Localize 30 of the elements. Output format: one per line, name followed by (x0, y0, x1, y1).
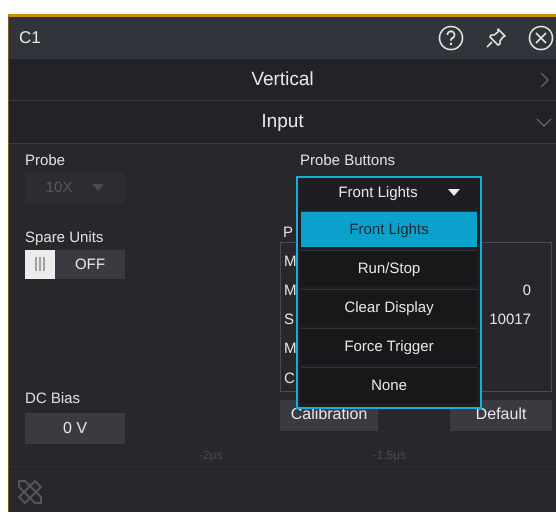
info-label: S (284, 311, 294, 328)
action-button[interactable]: Default (450, 400, 552, 431)
field-label: DC Bias (25, 390, 82, 408)
info-label: M (284, 340, 296, 358)
caret-icon (448, 189, 460, 196)
field-label: Probe Buttons (300, 152, 396, 169)
info-value: 0 (522, 282, 531, 299)
info-label: M (284, 252, 296, 270)
value-field[interactable]: 0 V (25, 413, 125, 444)
menu-option[interactable]: Run/Stop (301, 250, 477, 286)
field-label: Spare Units (25, 228, 104, 246)
window-title: C1 (19, 28, 41, 48)
info-label: C (284, 370, 295, 387)
menu-option[interactable]: Front Lights (301, 210, 477, 247)
toggle-switch[interactable]: OFF (25, 250, 125, 279)
close-icon[interactable] (528, 25, 554, 52)
grip-icon (35, 257, 45, 272)
info-value: 10017 (489, 311, 531, 328)
group-label: P (283, 224, 294, 241)
menu-option[interactable]: Force Trigger (301, 328, 477, 364)
section-header[interactable]: Vertical (9, 59, 556, 102)
field-label: Probe (25, 152, 66, 169)
probe-buttons-dropdown[interactable]: Front Lights (301, 178, 477, 208)
caret-icon (92, 184, 104, 192)
menu-option[interactable]: None (301, 366, 477, 403)
help-icon[interactable] (438, 25, 464, 52)
pin-icon[interactable] (484, 26, 508, 50)
section-header[interactable]: Input (9, 101, 556, 144)
menu-option[interactable]: Clear Display (301, 288, 477, 325)
info-label: M (284, 282, 296, 299)
